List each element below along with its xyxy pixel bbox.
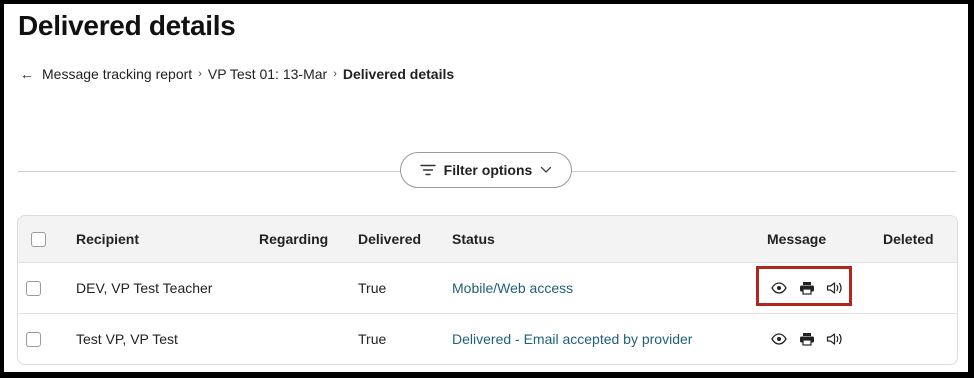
delivered-table: Recipient Regarding Delivered Status Mes…	[17, 215, 958, 365]
breadcrumb-separator: ›	[333, 68, 337, 80]
header-delivered[interactable]: Delivered	[358, 216, 421, 262]
page-frame: Delivered details ← Message tracking rep…	[4, 4, 968, 372]
filter-options-button[interactable]: Filter options	[400, 152, 572, 188]
breadcrumb-item-report[interactable]: Message tracking report	[42, 66, 192, 82]
header-deleted[interactable]: Deleted	[883, 216, 934, 262]
header-message[interactable]: Message	[767, 216, 826, 262]
header-status[interactable]: Status	[452, 216, 495, 262]
recipient-cell: DEV, VP Test Teacher	[76, 280, 213, 296]
delivered-cell: True	[358, 331, 387, 347]
header-regarding[interactable]: Regarding	[259, 216, 328, 262]
table-row: DEV, VP Test Teacher True Mobile/Web acc…	[18, 263, 957, 314]
message-actions	[769, 263, 845, 313]
delivered-cell: True	[358, 280, 387, 296]
back-arrow-icon[interactable]: ←	[20, 66, 34, 82]
eye-icon[interactable]	[769, 278, 789, 298]
status-link[interactable]: Delivered - Email accepted by provider	[452, 314, 692, 364]
filter-lines-icon	[419, 164, 436, 176]
status-link[interactable]: Mobile/Web access	[452, 263, 573, 313]
row-checkbox[interactable]	[26, 280, 41, 296]
speaker-icon[interactable]	[825, 278, 845, 298]
breadcrumb-item-message[interactable]: VP Test 01: 13-Mar	[208, 66, 327, 82]
table-row: Test VP, VP Test True Delivered - Email …	[18, 314, 957, 364]
breadcrumb: ← Message tracking report › VP Test 01: …	[20, 66, 454, 82]
printer-icon[interactable]	[797, 329, 817, 349]
speaker-icon[interactable]	[825, 329, 845, 349]
row-checkbox[interactable]	[26, 331, 41, 347]
chevron-down-icon	[540, 166, 552, 174]
filter-options-label: Filter options	[443, 162, 533, 178]
printer-icon[interactable]	[797, 278, 817, 298]
recipient-cell: Test VP, VP Test	[76, 331, 178, 347]
eye-icon[interactable]	[769, 329, 789, 349]
breadcrumb-item-current: Delivered details	[342, 66, 455, 82]
select-all-checkbox[interactable]	[31, 231, 46, 247]
message-actions	[769, 314, 845, 364]
breadcrumb-separator: ›	[198, 68, 202, 80]
table-header-row: Recipient Regarding Delivered Status Mes…	[18, 216, 957, 263]
page-title: Delivered details	[18, 10, 236, 41]
header-recipient[interactable]: Recipient	[76, 216, 139, 262]
